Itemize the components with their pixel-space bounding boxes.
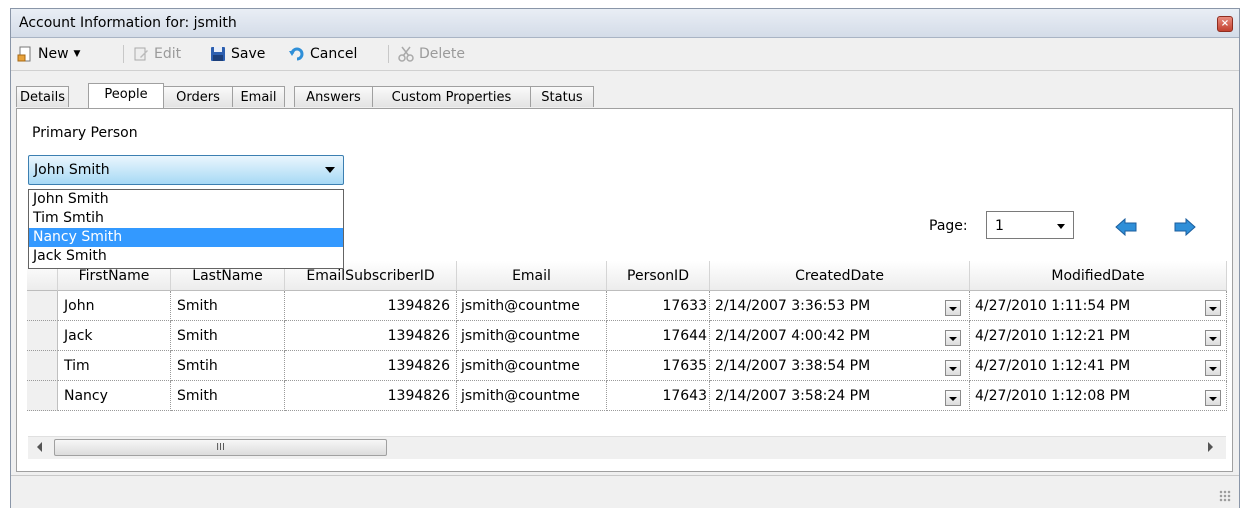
cell-createddate[interactable]: 2/14/2007 3:58:24 PM [710,381,970,411]
cell-lastname[interactable]: Smith [171,381,285,411]
cell-modifieddate[interactable]: 4/27/2010 1:12:41 PM [970,351,1227,381]
page-label: Page: [929,218,968,234]
cell-emailsubscriberid[interactable]: 1394826 [285,381,457,411]
chevron-down-icon[interactable] [325,167,335,173]
cell-personid[interactable]: 17644 [607,321,710,351]
cell-createddate[interactable]: 2/14/2007 3:36:53 PM [710,291,970,321]
tab-email[interactable]: Email [232,86,285,107]
column-header-createddate[interactable]: CreatedDate [710,261,970,291]
cell-createddate[interactable]: 2/14/2007 3:38:54 PM [710,351,970,381]
scroll-thumb[interactable]: III [54,439,387,456]
row-selector[interactable] [27,321,58,351]
dropdown-option-highlighted[interactable]: Nancy Smith [29,228,343,247]
next-page-icon[interactable] [1173,218,1197,236]
status-bar [11,475,1239,508]
tab-people[interactable]: People [88,83,164,108]
tab-orders[interactable]: Orders [163,86,233,107]
cell-emailsubscriberid[interactable]: 1394826 [285,291,457,321]
table-row[interactable]: Tim Smtih 1394826 jsmith@countme 17635 2… [27,351,1227,381]
cell-email[interactable]: jsmith@countme [457,381,607,411]
row-selector[interactable] [27,381,58,411]
cell-modifieddate[interactable]: 4/27/2010 1:12:08 PM [970,381,1227,411]
cell-emailsubscriberid[interactable]: 1394826 [285,351,457,381]
delete-label: Delete [419,46,465,62]
cell-firstname[interactable]: Nancy [58,381,171,411]
new-button[interactable]: New ▼ [17,44,80,64]
save-icon [211,47,225,61]
horizontal-scrollbar[interactable]: III [28,436,1226,459]
window-title: Account Information for: jsmith [19,15,237,31]
cell-email[interactable]: jsmith@countme [457,321,607,351]
dropdown-option[interactable]: Jack Smith [29,247,343,266]
date-dropdown-icon[interactable] [945,390,961,406]
toolbar: New ▼ Edit Save Cancel Delete [11,38,1239,71]
dropdown-option[interactable]: Tim Smtih [29,209,343,228]
previous-page-icon[interactable] [1114,218,1138,236]
resize-grip-icon[interactable] [1219,490,1231,502]
table-row[interactable]: Nancy Smith 1394826 jsmith@countme 17643… [27,381,1227,411]
cell-modifieddate[interactable]: 4/27/2010 1:11:54 PM [970,291,1227,321]
undo-icon [289,47,304,61]
cell-personid[interactable]: 17633 [607,291,710,321]
cell-lastname[interactable]: Smith [171,291,285,321]
primary-person-select[interactable]: John Smith [28,155,344,185]
chevron-down-icon[interactable] [1057,224,1065,229]
scroll-right-icon[interactable] [1208,442,1213,452]
toolbar-separator [123,45,124,63]
save-button[interactable]: Save [210,44,265,64]
toolbar-separator [388,45,389,63]
new-label: New [38,46,69,62]
date-dropdown-icon[interactable] [1205,390,1221,406]
primary-person-value: John Smith [34,162,110,178]
scissors-icon [398,46,414,62]
cell-firstname[interactable]: Jack [58,321,171,351]
column-header-email[interactable]: Email [457,261,607,291]
delete-button[interactable]: Delete [398,44,465,64]
tab-status[interactable]: Status [530,86,594,107]
column-header-modifieddate[interactable]: ModifiedDate [970,261,1227,291]
row-selector[interactable] [27,291,58,321]
page-select[interactable]: 1 [986,211,1074,239]
date-dropdown-icon[interactable] [945,300,961,316]
cell-lastname[interactable]: Smtih [171,351,285,381]
chevron-down-icon[interactable]: ▼ [74,49,81,59]
primary-person-dropdown: John Smith Tim Smtih Nancy Smith Jack Sm… [28,189,344,269]
date-dropdown-icon[interactable] [1205,360,1221,376]
cell-createddate[interactable]: 2/14/2007 4:00:42 PM [710,321,970,351]
edit-label: Edit [154,46,182,62]
table-row[interactable]: Jack Smith 1394826 jsmith@countme 17644 … [27,321,1227,351]
tab-custom-properties[interactable]: Custom Properties [372,86,531,107]
new-document-icon [17,46,31,62]
people-grid: FirstName LastName EmailSubscriberID Ema… [27,261,1227,461]
cell-emailsubscriberid[interactable]: 1394826 [285,321,457,351]
cancel-label: Cancel [310,46,358,62]
row-selector[interactable] [27,351,58,381]
cell-email[interactable]: jsmith@countme [457,351,607,381]
cell-modifieddate[interactable]: 4/27/2010 1:12:21 PM [970,321,1227,351]
tab-answers[interactable]: Answers [294,86,373,107]
title-bar[interactable]: Account Information for: jsmith × [11,9,1239,38]
cancel-button[interactable]: Cancel [289,44,357,64]
table-row[interactable]: John Smith 1394826 jsmith@countme 17633 … [27,291,1227,321]
tab-details[interactable]: Details [16,86,69,107]
cell-personid[interactable]: 17635 [607,351,710,381]
save-label: Save [231,46,266,62]
date-dropdown-icon[interactable] [1205,330,1221,346]
column-header-personid[interactable]: PersonID [607,261,710,291]
date-dropdown-icon[interactable] [945,330,961,346]
cell-firstname[interactable]: John [58,291,171,321]
date-dropdown-icon[interactable] [1205,300,1221,316]
edit-icon [134,47,148,61]
scroll-left-icon[interactable] [37,442,42,452]
primary-person-label: Primary Person [32,125,138,141]
cell-personid[interactable]: 17643 [607,381,710,411]
close-icon[interactable]: × [1217,16,1233,32]
cell-lastname[interactable]: Smith [171,321,285,351]
page-value: 1 [995,218,1004,234]
cell-email[interactable]: jsmith@countme [457,291,607,321]
dropdown-option[interactable]: John Smith [29,190,343,209]
edit-button[interactable]: Edit [133,44,181,64]
date-dropdown-icon[interactable] [945,360,961,376]
cell-firstname[interactable]: Tim [58,351,171,381]
